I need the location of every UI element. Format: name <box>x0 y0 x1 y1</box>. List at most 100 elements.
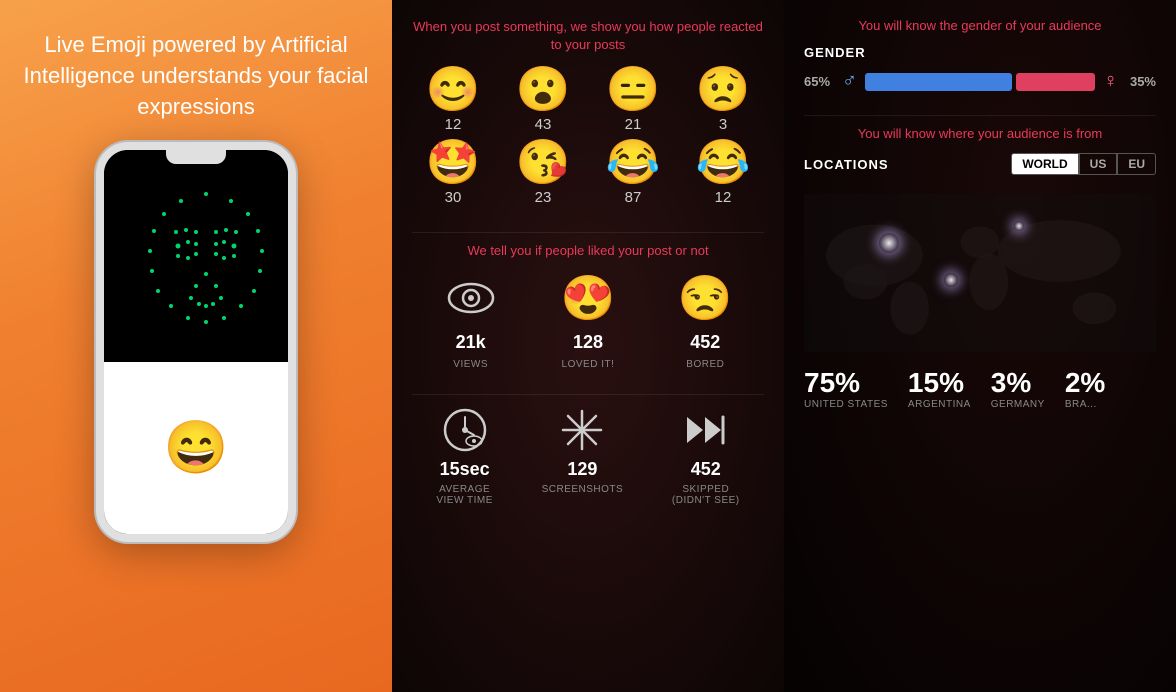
stats-row2: 15sec AVERAGE VIEW TIME 129 SCREENSHOTS <box>412 405 764 506</box>
skip-icon <box>683 407 729 453</box>
right-section1-title: You will know the gender of your audienc… <box>804 18 1156 33</box>
left-panel: Live Emoji powered by Artificial Intelli… <box>0 0 392 692</box>
country-pct-br: 2% <box>1065 367 1105 399</box>
stat-views-value: 21k <box>456 332 486 353</box>
locations-tabs[interactable]: WORLD US EU <box>1011 153 1156 175</box>
divider-2 <box>412 394 764 395</box>
stat-screenshots-label: SCREENSHOTS <box>542 484 624 495</box>
emoji-2-count: 43 <box>535 116 552 133</box>
stat-screenshots-value: 129 <box>567 459 597 480</box>
stat-loved-value: 128 <box>573 332 603 353</box>
country-name-ar: ARGENTINA <box>908 399 971 410</box>
stat-avgtime-label: AVERAGE VIEW TIME <box>436 484 493 506</box>
country-stat-br: 2% BRA... <box>1065 367 1105 410</box>
divider-1 <box>412 232 764 233</box>
world-map-svg <box>804 183 1156 363</box>
gender-section: GENDER 65% ♂ ♀ 35% <box>804 45 1156 97</box>
world-map-area <box>804 183 1156 363</box>
middle-panel: When you post something, we show you how… <box>392 0 784 692</box>
country-name-us: UNITED STATES <box>804 399 888 410</box>
stat-bored-label: BORED <box>686 359 724 370</box>
middle-section1-title: When you post something, we show you how… <box>412 18 764 54</box>
emoji-1-count: 12 <box>445 116 462 133</box>
male-pct: 65% <box>804 74 834 89</box>
emoji-item-3: 😑 21 <box>592 68 674 133</box>
skip-icon-wrap <box>681 405 731 455</box>
country-name-de: GERMANY <box>991 399 1045 410</box>
map-dot-usa <box>879 233 899 253</box>
phone-bottom-emoji: 😄 <box>164 417 229 478</box>
screenshot-icon-wrap <box>557 405 607 455</box>
tab-world[interactable]: WORLD <box>1011 153 1078 175</box>
face-dot-svg <box>136 186 276 346</box>
male-bar <box>865 73 1012 91</box>
phone-screen-bottom: 😄 <box>104 362 288 535</box>
country-pct-ar: 15% <box>908 367 971 399</box>
right-section2-title: You will know where your audience is fro… <box>804 126 1156 141</box>
emoji-item-2: 😮 43 <box>502 68 584 133</box>
map-dot-eu <box>1014 221 1024 231</box>
locations-label: LOCATIONS <box>804 157 889 172</box>
emoji-3-count: 21 <box>625 116 642 133</box>
heart-eyes-icon: 😍 <box>561 272 616 324</box>
headline: Live Emoji powered by Artificial Intelli… <box>20 30 372 122</box>
female-symbol: ♀ <box>1103 70 1118 93</box>
country-stats-row: 75% UNITED STATES 15% ARGENTINA 3% GERMA… <box>804 367 1156 410</box>
emoji-1-icon: 😊 <box>426 68 481 112</box>
emoji-3-icon: 😑 <box>606 68 661 112</box>
male-symbol: ♂ <box>842 70 857 93</box>
heart-eyes-icon-wrap: 😍 <box>560 270 616 326</box>
eye-icon-wrap <box>443 270 499 326</box>
stat-bored: 😒 452 BORED <box>677 270 733 370</box>
emoji-4-icon: 😟 <box>696 68 751 112</box>
gender-bar-row: 65% ♂ ♀ 35% <box>804 70 1156 93</box>
stat-skipped-label: SKIPPED (DIDN'T SEE) <box>672 484 740 506</box>
gender-bar-container <box>865 73 1095 91</box>
country-stat-de: 3% GERMANY <box>991 367 1045 410</box>
emoji-5-icon: 🤩 <box>426 141 481 185</box>
eye-icon <box>446 280 496 316</box>
country-stat-us: 75% UNITED STATES <box>804 367 888 410</box>
emoji-4-count: 3 <box>719 116 727 133</box>
emoji-item-6: 😘 23 <box>502 141 584 206</box>
panel-divider <box>804 115 1156 116</box>
emoji-grid: 😊 12 😮 43 😑 21 😟 3 🤩 30 😘 23 😂 87 <box>412 68 764 206</box>
face-dots <box>136 186 256 326</box>
stat-skipped-value: 452 <box>691 459 721 480</box>
stat-screenshots: 129 SCREENSHOTS <box>542 405 624 506</box>
emoji-item-5: 🤩 30 <box>412 141 494 206</box>
emoji-6-count: 23 <box>535 189 552 206</box>
stat-avgtime-value: 15sec <box>440 459 490 480</box>
stat-views-label: VIEWS <box>453 359 488 370</box>
tab-us[interactable]: US <box>1079 153 1118 175</box>
gender-label: GENDER <box>804 45 1156 60</box>
clock-icon <box>442 407 488 453</box>
right-panel: You will know the gender of your audienc… <box>784 0 1176 692</box>
clock-icon-wrap <box>440 405 490 455</box>
locations-header: LOCATIONS WORLD US EU <box>804 153 1156 175</box>
country-pct-us: 75% <box>804 367 888 399</box>
neutral-face-icon: 😒 <box>678 272 733 324</box>
phone-mockup: 😄 <box>96 142 296 542</box>
stat-avg-time: 15sec AVERAGE VIEW TIME <box>436 405 493 506</box>
emoji-2-icon: 😮 <box>516 68 571 112</box>
female-pct: 35% <box>1126 74 1156 89</box>
emoji-item-1: 😊 12 <box>412 68 494 133</box>
emoji-8-icon: 😂 <box>696 141 751 185</box>
stat-skipped: 452 SKIPPED (DIDN'T SEE) <box>672 405 740 506</box>
emoji-item-8: 😂 12 <box>682 141 764 206</box>
emoji-5-count: 30 <box>445 189 462 206</box>
stat-loved: 😍 128 LOVED IT! <box>560 270 616 370</box>
middle-section2-title: We tell you if people liked your post or… <box>467 243 708 258</box>
phone-screen-top <box>104 150 288 361</box>
stats-row: 21k VIEWS 😍 128 LOVED IT! 😒 452 BORED <box>412 270 764 370</box>
emoji-item-4: 😟 3 <box>682 68 764 133</box>
emoji-7-count: 87 <box>625 189 642 206</box>
tab-eu[interactable]: EU <box>1117 153 1156 175</box>
neutral-face-icon-wrap: 😒 <box>677 270 733 326</box>
stat-loved-label: LOVED IT! <box>562 359 615 370</box>
country-name-br: BRA... <box>1065 399 1105 410</box>
stat-views: 21k VIEWS <box>443 270 499 370</box>
emoji-7-icon: 😂 <box>606 141 661 185</box>
stat-bored-value: 452 <box>690 332 720 353</box>
